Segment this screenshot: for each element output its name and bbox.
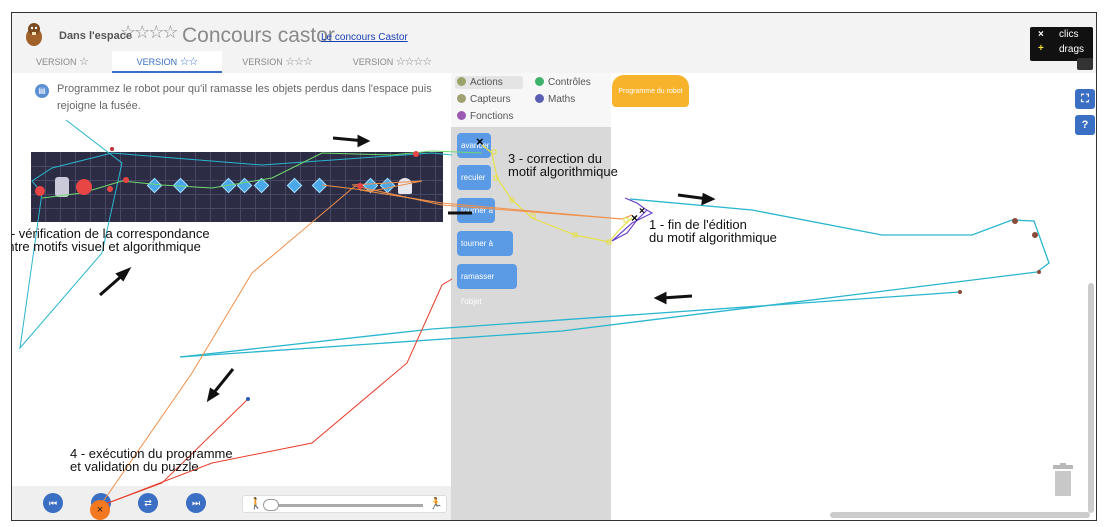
legend-clics-label: clics — [1059, 29, 1079, 40]
robot-sprite — [55, 177, 69, 197]
annotation-line: motif algorithmique — [508, 164, 618, 179]
grid-cell — [421, 152, 436, 222]
annotation-line: du motif algorithmique — [649, 230, 777, 245]
grid-cell — [106, 152, 121, 222]
category-label: Capteurs — [470, 94, 511, 105]
concours-castor-link[interactable]: Le concours Castor — [321, 32, 408, 43]
program-start-block[interactable]: Programme du robot — [612, 75, 689, 107]
tab-version-1[interactable]: VERSION ☆ — [12, 51, 112, 73]
annotation-3: 3 - correction du motif algorithmique — [508, 152, 618, 178]
grid-cell — [271, 152, 286, 222]
tab-label: VERSION — [242, 57, 283, 67]
category-dot — [457, 94, 466, 103]
execution-controls: ⏮ ▶ ⇄ ⏭ 🚶 🏃 — [12, 486, 451, 520]
workspace-vertical-scrollbar[interactable] — [1088, 283, 1094, 513]
grid-cell — [346, 152, 361, 222]
slow-walk-icon: 🚶 — [249, 498, 263, 510]
header: Dans l'espace ☆☆☆☆ Concours castor Le co… — [12, 13, 1096, 73]
rocket-sprite — [398, 178, 412, 194]
restart-button[interactable]: ⏮ — [43, 493, 63, 513]
category-dot — [457, 77, 466, 86]
category-label: Actions — [470, 77, 503, 88]
grid-cell — [196, 152, 211, 222]
block-ramasser-objet[interactable]: ramasser l'objet — [457, 264, 517, 306]
grid-cell — [121, 152, 136, 222]
speed-slider[interactable]: 🚶 🏃 — [242, 495, 447, 513]
grid-cell — [331, 152, 346, 222]
annotation-line: et validation du puzzle — [70, 459, 199, 474]
grid-cell — [31, 152, 46, 222]
category-dot — [457, 111, 466, 120]
program-workspace[interactable] — [611, 73, 1096, 520]
version-tabs: VERSION ☆ VERSION ☆☆ VERSION ☆☆☆ VERSION… — [12, 51, 452, 73]
trash-icon[interactable] — [1052, 463, 1074, 497]
drag-symbol: + — [1038, 43, 1044, 54]
block-toolbox: avancer reculer tourner à gauche tourner… — [451, 127, 611, 520]
annotation-2: 2 - vérification de la correspondance en… — [11, 227, 210, 254]
speed-thumb[interactable] — [263, 499, 279, 511]
category-fonctions[interactable]: Fonctions — [457, 111, 513, 122]
page-title: Concours castor — [182, 24, 335, 47]
difficulty-stars: ☆☆☆☆ — [120, 22, 179, 42]
trace-legend: × clics + drags — [1030, 27, 1093, 61]
annotation-1: 1 - fin de l'édition du motif algorithmi… — [649, 218, 777, 244]
tab-version-3[interactable]: VERSION ☆☆☆ — [222, 51, 332, 73]
stop-button[interactable]: × — [90, 500, 110, 520]
block-reculer[interactable]: reculer — [457, 165, 491, 190]
task-statement: Programmez le robot pour qu'il ramasse l… — [57, 83, 432, 112]
tab-label: VERSION — [136, 57, 178, 67]
speed-track — [267, 504, 423, 507]
block-avancer[interactable]: avancer — [457, 133, 491, 158]
fast-run-icon: 🏃 — [429, 498, 443, 510]
grid-cell — [76, 152, 91, 222]
tab-stars: ☆☆ — [179, 56, 199, 68]
tab-stars: ☆☆☆ — [285, 56, 313, 68]
block-categories: Actions Contrôles Capteurs Maths Fonctio… — [451, 73, 611, 127]
annotation-4: 4 - exécution du programme et validation… — [70, 447, 233, 473]
block-tourner-a-gauche[interactable]: tourner à gauche — [457, 198, 495, 240]
tab-label: VERSION — [352, 57, 394, 67]
tab-label: VERSION — [36, 57, 77, 67]
category-actions[interactable]: Actions — [455, 76, 523, 89]
legend-drags-label: drags — [1059, 44, 1085, 55]
category-dot — [535, 94, 544, 103]
step-button[interactable]: ⇄ — [138, 493, 158, 513]
gaze-point — [110, 147, 114, 151]
category-label: Maths — [548, 94, 576, 105]
task-info-icon: ▤ — [35, 84, 49, 98]
gaze-point — [246, 397, 250, 401]
annotation-line: entre motifs visuel et algorithmique — [11, 239, 201, 254]
robot-scene-grid — [31, 152, 443, 222]
category-label: Fonctions — [470, 111, 514, 122]
tab-stars: ☆☆☆☆ — [395, 56, 432, 68]
tab-version-2[interactable]: VERSION ☆☆ — [112, 51, 222, 73]
category-dot — [535, 77, 544, 86]
help-button[interactable]: ? — [1075, 115, 1095, 135]
category-maths[interactable]: Maths — [535, 94, 575, 105]
tab-stars: ☆ — [79, 56, 89, 68]
castor-logo — [22, 21, 46, 47]
fullscreen-button[interactable]: ⛶ — [1075, 89, 1095, 109]
category-capteurs[interactable]: Capteurs — [457, 94, 511, 105]
tab-version-4[interactable]: VERSION ☆☆☆☆ — [332, 51, 452, 73]
workspace-horizontal-scrollbar[interactable] — [830, 512, 1090, 518]
castor-task-frame: Dans l'espace ☆☆☆☆ Concours castor Le co… — [11, 12, 1097, 521]
legend-toggle[interactable] — [1077, 58, 1093, 70]
fast-forward-button[interactable]: ⏭ — [186, 493, 206, 513]
click-symbol: × — [1038, 29, 1044, 40]
grid-cell — [91, 152, 106, 222]
category-label: Contrôles — [548, 77, 591, 88]
category-controles[interactable]: Contrôles — [535, 77, 591, 88]
block-tourner-a-droite[interactable]: tourner à droite — [457, 231, 513, 273]
